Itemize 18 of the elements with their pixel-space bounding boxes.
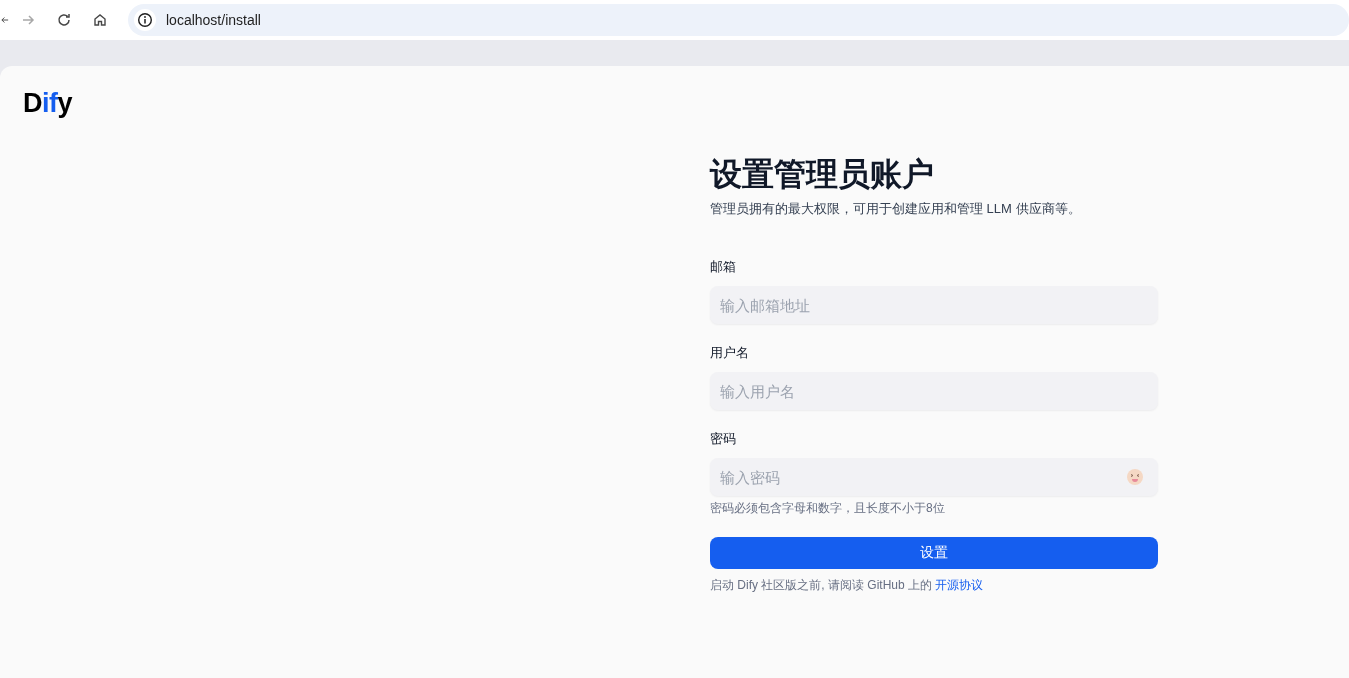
reload-icon: [56, 12, 72, 28]
url-text: localhost/install: [166, 12, 261, 28]
page-subtitle: 管理员拥有的最大权限，可用于创建应用和管理 LLM 供应商等。: [710, 200, 1082, 218]
license-notice: 启动 Dify 社区版之前, 请阅读 GitHub 上的 开源协议: [710, 577, 985, 594]
info-icon[interactable]: [134, 9, 156, 31]
input-field[interactable]: 输入用户名: [710, 372, 1158, 410]
address-bar[interactable]: localhost/install: [128, 4, 1349, 36]
license-link[interactable]: 开源协议: [935, 578, 984, 592]
password-hint: 密码必须包含字母和数字，且长度不小于8位: [710, 500, 946, 517]
field-label: 密码: [710, 430, 737, 448]
input-field[interactable]: 输入邮箱地址: [710, 286, 1158, 324]
page-title: 设置管理员账户: [710, 155, 935, 194]
password-field[interactable]: 输入密码: [710, 458, 1158, 496]
field-label: 邮箱: [710, 258, 737, 276]
setup-button[interactable]: 设置: [710, 537, 1158, 569]
logo: Dify: [23, 88, 73, 119]
home-icon: [92, 12, 108, 28]
field-label: 用户名: [710, 344, 750, 362]
